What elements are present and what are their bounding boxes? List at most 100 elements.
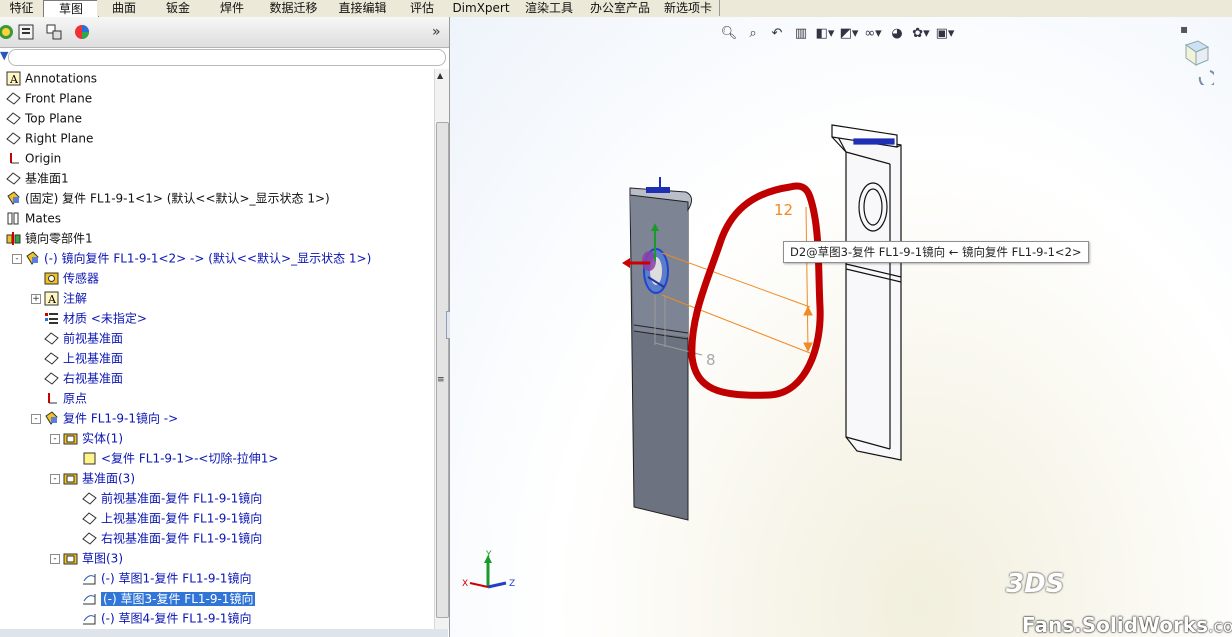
part-icon: [6, 191, 21, 206]
tree-item[interactable]: 材质 <未指定>: [44, 309, 147, 327]
tree-item-label: Annotations: [25, 71, 98, 86]
tab-8[interactable]: DimXpert: [447, 0, 516, 16]
tree-item[interactable]: 基准面1: [6, 169, 69, 187]
tree-item[interactable]: 镜向零部件1: [6, 229, 93, 247]
folder-icon: [63, 551, 78, 566]
tab-5[interactable]: 数据迁移: [259, 0, 329, 16]
tree-item-label: 前视基准面: [63, 331, 124, 346]
graphics-viewport[interactable]: 🔍︎ ⌕ ↶ ▥ ◧▾ ◩▾ ∞▾ ◕ ✿▾ ▣▾ ▪ Y X Z 12 8 D…: [450, 17, 1232, 637]
body-icon: [82, 451, 97, 466]
tab-1[interactable]: 草图: [43, 0, 99, 18]
horizontal-scrollbar[interactable]: [0, 629, 448, 637]
tree-item[interactable]: <复件 FL1-9-1>-<切除-拉伸1>: [82, 449, 278, 467]
tree-item[interactable]: A Annotations: [6, 69, 97, 87]
tree-item-label: Top Plane: [25, 111, 82, 126]
tree-scrollbar[interactable]: ▲ ≡: [434, 69, 449, 629]
tree-item-label: Right Plane: [25, 131, 94, 146]
tree-item[interactable]: 传感器: [44, 269, 99, 287]
tree-item-label: (-) 草图4-复件 FL1-9-1镜向: [101, 611, 252, 626]
collapse-toggle[interactable]: -: [12, 254, 22, 264]
configuration-manager-icon[interactable]: [44, 22, 64, 42]
collapse-toggle[interactable]: -: [31, 414, 41, 424]
plane-icon: [44, 351, 59, 366]
grip-icon: ≡: [437, 375, 445, 385]
material-icon: [44, 311, 59, 326]
tree-item[interactable]: 上视基准面-复件 FL1-9-1镜向: [82, 509, 262, 527]
tab-10[interactable]: 办公室产品: [583, 0, 658, 16]
dimension-8[interactable]: 8: [706, 351, 716, 369]
tree-item[interactable]: Mates: [6, 209, 61, 227]
tree-item[interactable]: 上视基准面: [44, 349, 123, 367]
triad-y-label: Y: [486, 550, 492, 560]
tab-0[interactable]: 特征: [0, 0, 44, 16]
tree-item-label: 前视基准面-复件 FL1-9-1镜向: [101, 491, 263, 506]
folder-icon: [63, 471, 78, 486]
feature-manager-panel: » ▼ A Annotations Front Plane Top Plane Righ…: [0, 17, 450, 637]
tree-item[interactable]: Front Plane: [6, 89, 92, 107]
sketch-icon: [82, 571, 97, 586]
origin-icon: [44, 391, 59, 406]
sketch-icon: [82, 611, 97, 626]
filter-input[interactable]: [8, 49, 446, 66]
tab-4[interactable]: 焊件: [205, 0, 260, 16]
tree-item[interactable]: (-) 草图3-复件 FL1-9-1镜向: [82, 589, 256, 607]
dimension-tooltip: D2@草图3-复件 FL1-9-1镜向 ← 镜向复件 FL1-9-1<2>: [783, 241, 1089, 263]
svg-text:A: A: [9, 73, 19, 86]
plane-icon: [82, 491, 97, 506]
tree-item[interactable]: Right Plane: [6, 129, 93, 147]
tree-item[interactable]: Top Plane: [6, 109, 82, 127]
tab-11[interactable]: 新选项卡: [657, 0, 720, 16]
tab-6[interactable]: 直接编辑: [328, 0, 398, 16]
collapse-toggle[interactable]: -: [50, 474, 60, 484]
tab-3[interactable]: 钣金: [151, 0, 206, 16]
tab-7[interactable]: 评估: [397, 0, 448, 16]
3ds-logo: 3DS: [1006, 569, 1065, 599]
mirrored-part: [831, 124, 902, 461]
tree-item[interactable]: 右视基准面-复件 FL1-9-1镜向: [82, 529, 262, 547]
sensor-icon: [44, 271, 59, 286]
tab-2[interactable]: 曲面: [97, 0, 152, 16]
tree-item[interactable]: 草图(3): [63, 549, 123, 567]
display-manager-icon[interactable]: [72, 22, 92, 42]
tree-item[interactable]: 基准面(3): [63, 469, 135, 487]
tree-item[interactable]: 右视基准面: [44, 369, 123, 387]
tree-filter: ▼: [0, 48, 447, 66]
tree-item-label: (固定) 复件 FL1-9-1<1> (默认<<默认>_显示状态 1>): [25, 191, 330, 206]
plane-icon: [6, 171, 21, 186]
tree-item[interactable]: A 注解: [44, 289, 87, 307]
tree-item-label: 原点: [63, 391, 88, 406]
tree-item-label: Front Plane: [25, 91, 93, 106]
tree-item[interactable]: 前视基准面: [44, 329, 123, 347]
plane-icon: [82, 511, 97, 526]
tree-item[interactable]: 前视基准面-复件 FL1-9-1镜向: [82, 489, 262, 507]
collapse-toggle[interactable]: -: [50, 554, 60, 564]
tree-item[interactable]: 原点: [44, 389, 87, 407]
collapse-toggle[interactable]: -: [50, 434, 60, 444]
tree-item[interactable]: 实体(1): [63, 429, 123, 447]
expand-toggle[interactable]: +: [31, 294, 41, 304]
tree-item-label: Origin: [25, 151, 62, 166]
tab-9[interactable]: 渲染工具: [515, 0, 584, 16]
tree-item[interactable]: 复件 FL1-9-1镜向 ->: [44, 409, 178, 427]
feature-tree-icon[interactable]: [0, 22, 16, 42]
more-tabs-icon[interactable]: »: [432, 24, 441, 40]
property-manager-icon[interactable]: [16, 22, 36, 42]
scroll-up-icon[interactable]: ▲: [437, 71, 443, 80]
part-icon: [44, 411, 59, 426]
dimension-12[interactable]: 12: [774, 201, 793, 219]
tree-item[interactable]: (-) 草图4-复件 FL1-9-1镜向: [82, 609, 251, 627]
tree-item[interactable]: (固定) 复件 FL1-9-1<1> (默认<<默认>_显示状态 1>): [6, 189, 330, 207]
tree-item-label: 右视基准面-复件 FL1-9-1镜向: [101, 531, 263, 546]
tree-item-label: (-) 镜向复件 FL1-9-1<2> -> (默认<<默认>_显示状态 1>): [44, 251, 372, 266]
tree-item[interactable]: (-) 镜向复件 FL1-9-1<2> -> (默认<<默认>_显示状态 1>): [25, 249, 371, 267]
plane-icon: [82, 531, 97, 546]
tree-item-label: 草图(3): [82, 551, 123, 566]
tree-item-label: 基准面(3): [82, 471, 135, 486]
tree-item[interactable]: (-) 草图1-复件 FL1-9-1镜向: [82, 569, 251, 587]
scroll-thumb[interactable]: [436, 122, 449, 618]
tree-item-label: 传感器: [63, 271, 100, 286]
triad-x-label: X: [462, 579, 469, 589]
annotation-icon: A: [6, 71, 21, 86]
tree-item[interactable]: Origin: [6, 149, 61, 167]
folder-icon: [63, 431, 78, 446]
